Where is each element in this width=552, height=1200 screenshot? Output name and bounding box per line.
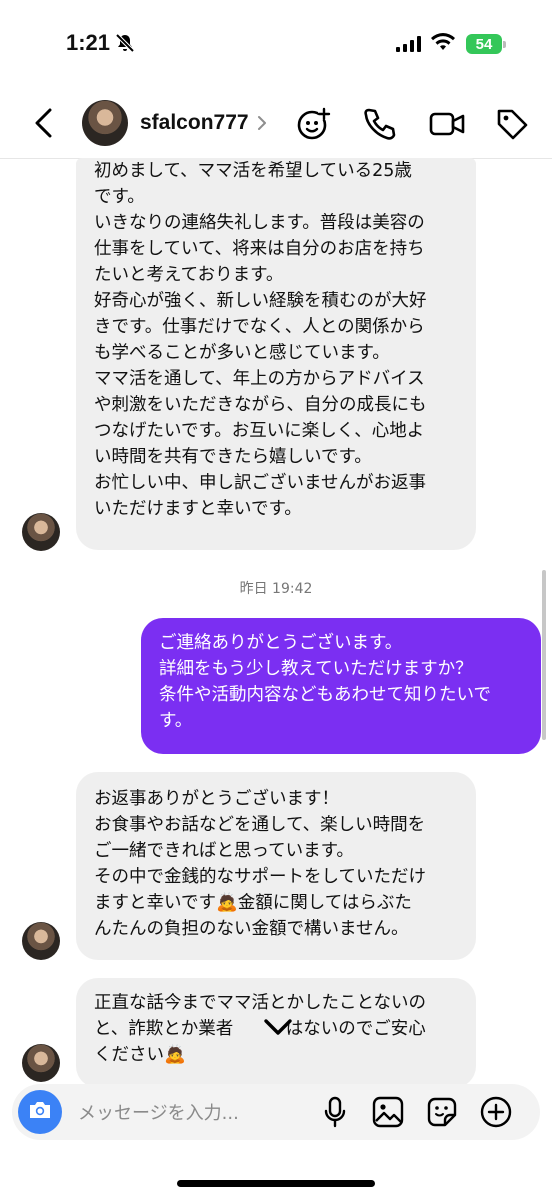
- silent-bell-icon: [114, 32, 136, 58]
- message-text: お返事ありがとうございます！ お食事やお話などを通して、楽しい時間を ご一緒でき…: [94, 789, 426, 939]
- avatar[interactable]: [22, 1044, 60, 1082]
- avatar[interactable]: [22, 922, 60, 960]
- cellular-signal-icon: [396, 36, 422, 56]
- effects-icon[interactable]: [296, 106, 332, 146]
- gallery-icon[interactable]: [372, 1096, 404, 1132]
- sticker-icon[interactable]: [426, 1096, 458, 1132]
- battery-indicator: 54: [466, 34, 506, 54]
- status-bar: 1:21 54: [0, 0, 552, 92]
- message-text: 初めまして、ママ活を希望している25歳 です。 いきなりの連絡失礼します。普段は…: [94, 161, 427, 519]
- home-indicator[interactable]: [177, 1180, 375, 1187]
- camera-icon: [27, 1099, 53, 1125]
- plus-icon[interactable]: [480, 1096, 512, 1132]
- avatar[interactable]: [82, 100, 128, 146]
- mic-icon[interactable]: [322, 1096, 348, 1132]
- camera-button[interactable]: [18, 1090, 62, 1134]
- scroll-down-icon[interactable]: [258, 1013, 298, 1043]
- incoming-message-1[interactable]: 初めまして、ママ活を希望している25歳 です。 いきなりの連絡失礼します。普段は…: [76, 158, 476, 550]
- incoming-message-2[interactable]: お返事ありがとうございます！ お食事やお話などを通して、楽しい時間を ご一緒でき…: [76, 772, 476, 960]
- outgoing-message-1[interactable]: ご連絡ありがとうございます。 詳細をもう少し教えていただけますか？ 条件や活動内…: [141, 618, 541, 754]
- status-time: 1:21: [66, 30, 111, 55]
- message-text: ご連絡ありがとうございます。 詳細をもう少し教えていただけますか？ 条件や活動内…: [159, 633, 491, 731]
- video-icon[interactable]: [428, 106, 466, 146]
- message-composer: [12, 1084, 540, 1140]
- back-icon[interactable]: [30, 106, 58, 144]
- chat-header: sfalcon777: [0, 92, 552, 159]
- message-input[interactable]: [76, 1098, 300, 1128]
- tag-icon[interactable]: [494, 106, 530, 146]
- message-thread[interactable]: 初めまして、ママ活を希望している25歳 です。 いきなりの連絡失礼します。普段は…: [0, 158, 552, 1084]
- chevron-right-icon[interactable]: [256, 114, 268, 136]
- scrollbar[interactable]: [542, 570, 546, 740]
- username[interactable]: sfalcon777: [140, 111, 249, 135]
- phone-icon[interactable]: [362, 106, 396, 146]
- message-timestamp: 昨日 19:42: [239, 581, 313, 597]
- avatar[interactable]: [22, 513, 60, 551]
- wifi-icon: [430, 32, 456, 56]
